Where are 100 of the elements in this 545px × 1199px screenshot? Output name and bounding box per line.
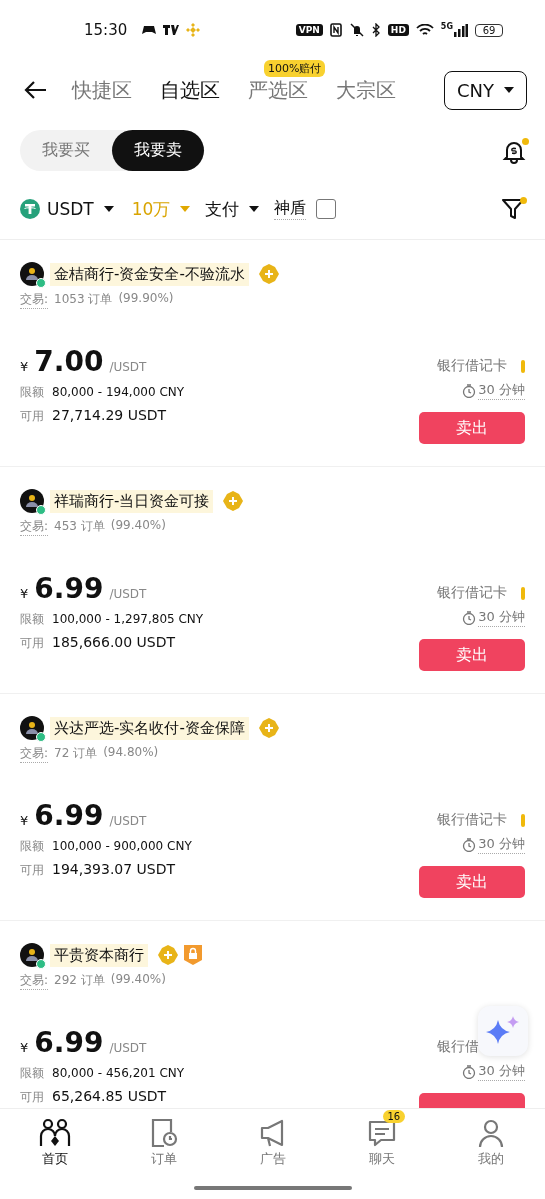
nav-tab[interactable]: 16 聊天 <box>327 1109 436 1177</box>
coin-dropdown[interactable]: USDT <box>20 199 114 219</box>
nav-tab[interactable]: 首页 <box>0 1109 109 1177</box>
lock-shield-icon <box>184 945 202 965</box>
timer-icon <box>462 383 477 398</box>
battery-indicator: 69 <box>475 23 503 37</box>
payment-method: 银行借记卡 <box>437 357 507 375</box>
currency-sign: ¥ <box>20 1040 29 1055</box>
sell-button[interactable]: 卖出 <box>419 412 525 444</box>
price: 6.99 <box>34 1026 104 1059</box>
zone-tab[interactable]: 自选区 <box>154 76 226 104</box>
payment-time-limit: 30 分钟 <box>478 608 525 627</box>
limit-range: 80,000 - 456,201 CNY <box>52 1066 185 1080</box>
nfc-icon <box>329 23 342 37</box>
sell-button[interactable]: 卖出 <box>419 639 525 671</box>
currency-sign: ¥ <box>20 359 29 374</box>
order-count: 292 订单 <box>54 972 105 989</box>
payment-dropdown[interactable]: 支付 <box>205 197 257 221</box>
trades-label: 交易: <box>20 518 49 536</box>
timer-icon <box>462 610 477 625</box>
ai-assistant-button[interactable] <box>478 1006 528 1056</box>
tab-badge: 100%赔付 <box>264 59 326 77</box>
merchant-avatar[interactable] <box>20 943 44 967</box>
payment-indicator-bar <box>521 359 525 373</box>
merchant-name[interactable]: 平贵资本商行 <box>50 943 148 967</box>
merchant-name[interactable]: 祥瑞商行-当日资金可接 <box>50 489 214 513</box>
side-option[interactable]: 我要卖 <box>112 130 204 171</box>
nav-tab[interactable]: 广告 <box>218 1109 327 1177</box>
completion-rate: (94.80%) <box>103 745 159 761</box>
merchant-avatar[interactable] <box>20 716 44 740</box>
merchant-avatar[interactable] <box>20 262 44 286</box>
payment-time-limit: 30 分钟 <box>478 1062 525 1081</box>
bluetooth-icon <box>371 23 381 37</box>
nav-tab[interactable]: 订单 <box>109 1109 218 1177</box>
completion-rate: (99.40%) <box>110 972 166 988</box>
merchant-name[interactable]: 金桔商行-资金安全-不验流水 <box>50 262 249 286</box>
unread-count-badge: 16 <box>382 1110 406 1123</box>
zone-tab[interactable]: 快捷区 <box>66 76 138 104</box>
limit-range: 100,000 - 900,000 CNY <box>52 839 192 853</box>
order-count: 453 订单 <box>54 518 105 535</box>
muted-bell-icon <box>348 23 365 37</box>
limit-label: 限额 <box>20 838 44 855</box>
available-label: 可用 <box>20 862 44 879</box>
payment-indicator-bar <box>521 813 525 827</box>
chat-icon <box>366 1118 397 1148</box>
limit-label: 限额 <box>20 1065 44 1082</box>
payment-indicator-bar <box>521 586 525 600</box>
timer-icon <box>462 837 477 852</box>
price-unit: /USDT <box>109 360 147 374</box>
sell-button[interactable]: 卖出 <box>419 866 525 898</box>
caret-icon <box>249 206 260 212</box>
limit-label: 限额 <box>20 384 44 401</box>
trades-label: 交易: <box>20 972 49 990</box>
payment-time-limit: 30 分钟 <box>478 835 525 854</box>
merchant-badge-icon <box>258 718 279 738</box>
available-amount: 194,393.07 USDT <box>52 861 176 877</box>
currency-dropdown[interactable]: CNY <box>443 70 527 110</box>
limit-label: 限额 <box>20 611 44 628</box>
price: 7.00 <box>34 345 104 378</box>
limit-range: 80,000 - 194,000 CNY <box>52 385 185 399</box>
merchant-badge-icon <box>223 491 244 511</box>
trades-label: 交易: <box>20 291 49 309</box>
payment-method: 银行借记卡 <box>437 584 507 602</box>
timer-icon <box>462 1064 477 1079</box>
network-type: 5G <box>440 22 453 31</box>
zone-tab[interactable]: 大宗区 <box>330 76 402 104</box>
caret-icon <box>103 206 114 212</box>
hd-indicator: HD <box>387 24 409 36</box>
available-label: 可用 <box>20 1089 44 1106</box>
diamond-logo-icon <box>186 23 201 37</box>
completion-rate: (99.90%) <box>118 291 174 307</box>
available-amount: 185,666.00 USDT <box>52 634 176 650</box>
shield-checkbox[interactable] <box>316 199 337 219</box>
caret-icon <box>504 87 514 93</box>
payment-method: 银行借 <box>437 1038 479 1056</box>
completion-rate: (99.40%) <box>110 518 166 534</box>
trades-label: 交易: <box>20 745 49 763</box>
back-arrow-icon[interactable] <box>24 80 48 100</box>
merchant-badge-icon <box>158 945 178 965</box>
order-count: 1053 订单 <box>54 291 113 308</box>
nav-tab[interactable]: 我的 <box>436 1109 545 1177</box>
currency-sign: ¥ <box>20 813 29 828</box>
price-unit: /USDT <box>109 814 147 828</box>
sparkle-icon <box>486 1016 520 1046</box>
shield-label: 神盾 <box>274 198 307 220</box>
side-option[interactable]: 我要买 <box>20 130 112 171</box>
merchant-avatar[interactable] <box>20 489 44 513</box>
payment-time-limit: 30 分钟 <box>478 381 525 400</box>
status-time: 15:30 <box>84 21 128 39</box>
price-unit: /USDT <box>109 587 147 601</box>
tether-icon <box>20 199 40 219</box>
merchant-name[interactable]: 兴达严选-实名收付-资金保障 <box>50 716 249 740</box>
merchant-badge-icon <box>258 264 279 284</box>
price: 6.99 <box>34 799 104 832</box>
available-label: 可用 <box>20 635 44 652</box>
price: 6.99 <box>34 572 104 605</box>
order-count: 72 订单 <box>54 745 98 762</box>
zone-tab[interactable]: 严选区 <box>242 76 314 104</box>
caret-icon <box>180 206 191 212</box>
price-unit: /USDT <box>109 1041 147 1055</box>
